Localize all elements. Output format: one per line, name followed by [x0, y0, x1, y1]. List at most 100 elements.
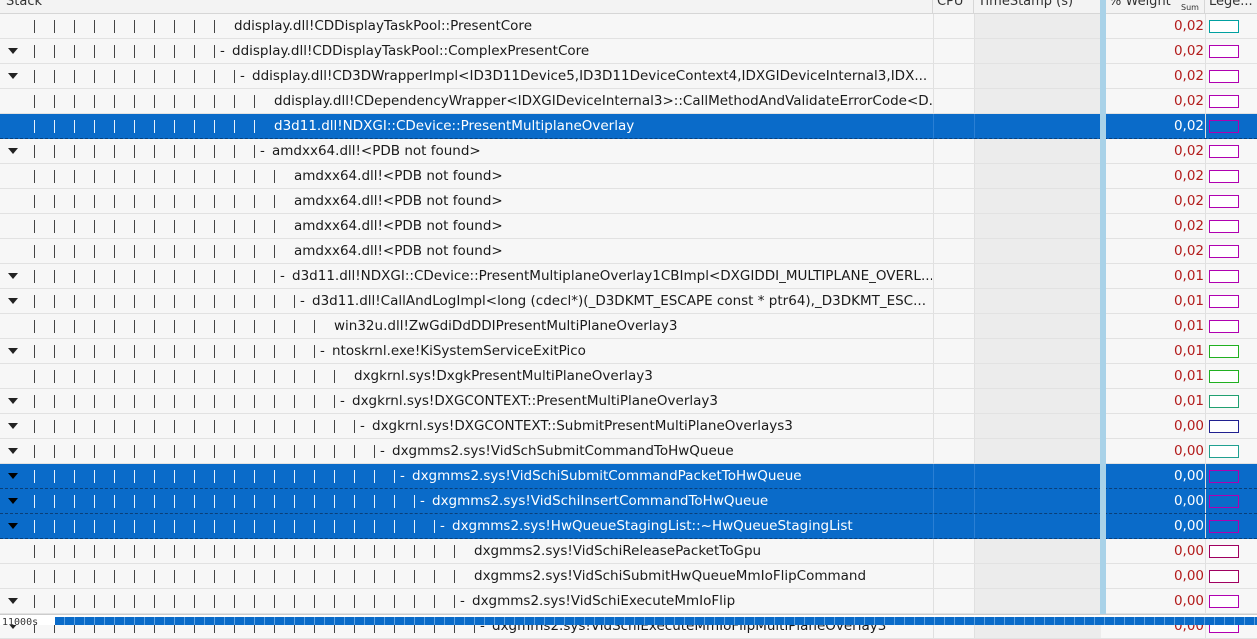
tree-guide-line [114, 245, 115, 258]
cpu-cell [933, 339, 974, 363]
tree-guide-line [194, 95, 195, 108]
table-row[interactable]: - ddisplay.dll!CD3DWrapperImpl<ID3D11Dev… [0, 64, 1257, 89]
timestamp-cell [974, 214, 1101, 238]
table-row[interactable]: amdxx64.dll!<PDB not found> 0,02 [0, 239, 1257, 264]
stack-frame-label: dxgmms2.sys!VidSchiSubmitCommandPacketTo… [412, 468, 802, 484]
table-row[interactable]: - dxgkrnl.sys!DXGCONTEXT::PresentMultiPl… [0, 389, 1257, 414]
tree-guide-line [234, 95, 235, 108]
tree-guide-line [414, 495, 415, 508]
tree-guide-line [274, 495, 275, 508]
tree-guide-line [54, 170, 55, 183]
tree-guide-line [174, 395, 175, 408]
tree-guide-line [334, 495, 335, 508]
legend-cell [1205, 464, 1257, 488]
expand-arrow-icon[interactable] [8, 448, 18, 454]
expand-arrow-icon[interactable] [8, 348, 18, 354]
column-header-cpu[interactable]: CPU [937, 0, 963, 9]
expand-arrow-icon[interactable] [8, 48, 18, 54]
table-row[interactable]: amdxx64.dll!<PDB not found> 0,02 [0, 214, 1257, 239]
expand-arrow-icon[interactable] [8, 273, 18, 279]
table-row[interactable]: - ddisplay.dll!CDDisplayTaskPool::Comple… [0, 39, 1257, 64]
stack-cell: ddisplay.dll!CDependencyWrapper<IDXGIDev… [0, 89, 932, 113]
expand-arrow-icon[interactable] [8, 298, 18, 304]
tree-guide-line [254, 195, 255, 208]
tree-guide-line [294, 345, 295, 358]
column-divider[interactable] [932, 0, 933, 13]
tree-guide-line [174, 20, 175, 33]
tree-guide-line [214, 245, 215, 258]
tree-guide-line [314, 445, 315, 458]
tree-guide-line [54, 320, 55, 333]
tree-guide-line [154, 370, 155, 383]
timestamp-cell [974, 339, 1101, 363]
table-row[interactable]: d3d11.dll!NDXGI::CDevice::PresentMultipl… [0, 114, 1257, 139]
column-header-timestamp[interactable]: TimeStamp (s) [978, 0, 1073, 9]
tree-guide-line [174, 345, 175, 358]
expand-arrow-icon[interactable] [8, 148, 18, 154]
tree-guide-line [154, 120, 155, 133]
column-header-stack[interactable]: Stack [6, 0, 42, 9]
column-divider[interactable] [973, 0, 974, 13]
tree-guide-line [194, 70, 195, 83]
table-row[interactable]: dxgmms2.sys!VidSchiSubmitHwQueueMmIoFlip… [0, 564, 1257, 589]
column-header-legend[interactable]: Lege... [1209, 0, 1253, 9]
expand-arrow-icon[interactable] [8, 473, 18, 479]
table-row[interactable]: ddisplay.dll!CDDisplayTaskPool::PresentC… [0, 14, 1257, 39]
cpu-cell [933, 214, 974, 238]
tree-guide-line [274, 220, 275, 233]
tree-guide-line [54, 345, 55, 358]
expand-arrow-icon[interactable] [8, 73, 18, 79]
table-row[interactable]: dxgmms2.sys!VidSchiReleasePacketToGpu 0,0… [0, 539, 1257, 564]
expand-arrow-icon[interactable] [8, 598, 18, 604]
table-row[interactable]: win32u.dll!ZwGdiDdDDIPresentMultiPlaneOv… [0, 314, 1257, 339]
weight-cell: 0,00 [1173, 593, 1204, 609]
table-row[interactable]: - dxgkrnl.sys!DXGCONTEXT::SubmitPresentM… [0, 414, 1257, 439]
tree-guide-line [114, 345, 115, 358]
table-row[interactable]: amdxx64.dll!<PDB not found> 0,02 [0, 164, 1257, 189]
cpu-cell [933, 139, 974, 163]
timestamp-cell [974, 39, 1101, 63]
tree-guide-line [274, 295, 275, 308]
tree-guide-line [134, 295, 135, 308]
tree-guide-line [114, 220, 115, 233]
tree-guide-line [254, 445, 255, 458]
tree-guide-line [134, 20, 135, 33]
expand-arrow-icon[interactable] [8, 423, 18, 429]
tree-guide-line [214, 420, 215, 433]
table-row[interactable]: - dxgmms2.sys!HwQueueStagingList::~HwQue… [0, 514, 1257, 539]
tree-guide-line [34, 445, 35, 458]
table-row[interactable]: amdxx64.dll!<PDB not found> 0,02 [0, 189, 1257, 214]
column-splitter[interactable] [1100, 0, 1106, 614]
stack-cell: - dxgkrnl.sys!DXGCONTEXT::PresentMultiPl… [0, 389, 932, 413]
expand-arrow-icon[interactable] [8, 498, 18, 504]
tree-guide-line [134, 445, 135, 458]
expand-arrow-icon[interactable] [8, 523, 18, 529]
table-row[interactable]: ddisplay.dll!CDependencyWrapper<IDXGIDev… [0, 89, 1257, 114]
tree-guide-line [94, 145, 95, 158]
legend-cell [1205, 289, 1257, 313]
table-row[interactable]: - amdxx64.dll!<PDB not found> 0,02 [0, 139, 1257, 164]
table-row[interactable]: - dxgmms2.sys!VidSchiSubmitCommandPacket… [0, 464, 1257, 489]
table-row[interactable]: dxgkrnl.sys!DxgkPresentMultiPlaneOverlay… [0, 364, 1257, 389]
expand-arrow-icon[interactable] [8, 398, 18, 404]
table-row[interactable]: - ntoskrnl.exe!KiSystemServiceExitPico 0,… [0, 339, 1257, 364]
tree-branch-marker: - [420, 493, 425, 509]
stack-tree-table[interactable]: ddisplay.dll!CDDisplayTaskPool::PresentC… [0, 14, 1257, 639]
tree-guide-line [234, 70, 235, 83]
tree-guide-line [114, 320, 115, 333]
table-row[interactable]: - d3d11.dll!NDXGI::CDevice::PresentMulti… [0, 264, 1257, 289]
weight-cell: 0,02 [1173, 193, 1204, 209]
table-row[interactable]: - d3d11.dll!CallAndLogImpl<long (cdecl*)… [0, 289, 1257, 314]
tree-guide-line [274, 395, 275, 408]
table-row[interactable]: - dxgmms2.sys!VidSchSubmitCommandToHwQue… [0, 439, 1257, 464]
tree-branch-marker: - [460, 593, 465, 609]
stack-frame-label: dxgmms2.sys!VidSchiSubmitHwQueueMmIoFlip… [474, 568, 867, 584]
table-row[interactable]: - dxgmms2.sys!VidSchiInsertCommandToHwQu… [0, 489, 1257, 514]
column-divider[interactable] [1204, 0, 1205, 13]
tree-guide-line [114, 145, 115, 158]
weight-cell: 0,01 [1173, 393, 1204, 409]
tree-guide-line [294, 370, 295, 383]
tree-guide-line [154, 470, 155, 483]
table-row[interactable]: - dxgmms2.sys!VidSchiExecuteMmIoFlip 0,00 [0, 589, 1257, 614]
column-header-weight[interactable]: % Weight [1109, 0, 1171, 9]
